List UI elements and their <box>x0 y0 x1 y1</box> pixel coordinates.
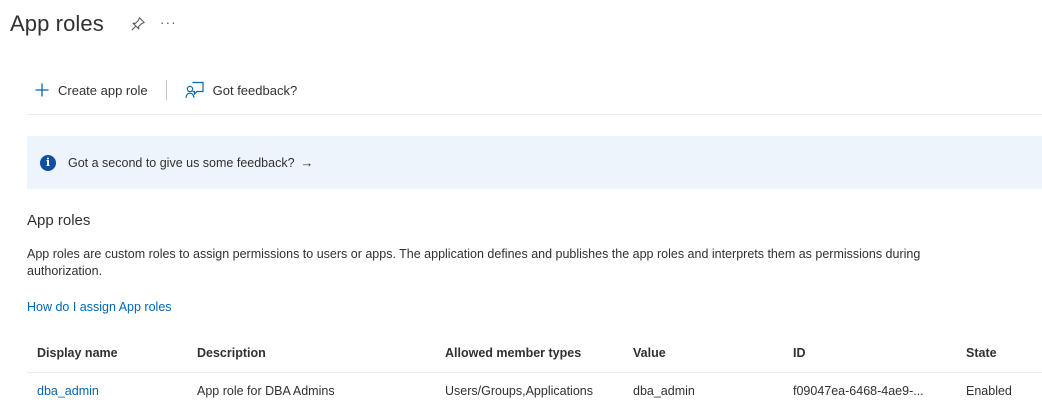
table-header-row: Display name Description Allowed member … <box>27 336 1042 373</box>
app-roles-table: Display name Description Allowed member … <box>27 336 1042 402</box>
column-header-value[interactable]: Value <box>623 336 783 373</box>
arrow-right-icon: → <box>300 155 314 170</box>
feedback-banner[interactable]: i Got a second to give us some feedback?… <box>27 136 1042 189</box>
pin-icon[interactable] <box>128 14 148 34</box>
got-feedback-label: Got feedback? <box>212 82 298 98</box>
role-name-link[interactable]: dba_admin <box>37 384 99 398</box>
column-header-state[interactable]: State <box>956 336 1042 373</box>
app-roles-page: App roles ··· Create app role Got feedba… <box>0 0 1042 402</box>
cell-value: dba_admin <box>633 384 695 398</box>
how-to-assign-link[interactable]: How do I assign App roles <box>27 300 172 314</box>
section-description: App roles are custom roles to assign per… <box>27 247 921 278</box>
cell-id: f09047ea-6468-4ae9-... <box>793 384 924 398</box>
column-header-id[interactable]: ID <box>783 336 956 373</box>
plus-icon <box>34 82 50 98</box>
cell-description: App role for DBA Admins <box>197 384 335 398</box>
column-header-allowed-member-types[interactable]: Allowed member types <box>435 336 623 373</box>
got-feedback-button[interactable]: Got feedback? <box>185 81 298 99</box>
banner-text[interactable]: Got a second to give us some feedback? <box>68 156 295 170</box>
cell-display-name[interactable]: dba_admin <box>27 373 187 402</box>
page-title: App roles <box>10 11 104 36</box>
cell-state: Enabled <box>966 384 1012 398</box>
feedback-icon <box>185 81 205 99</box>
info-icon: i <box>40 154 56 171</box>
section-title: App roles <box>27 212 91 229</box>
column-header-description[interactable]: Description <box>187 336 435 373</box>
create-app-role-button[interactable]: Create app role <box>34 82 148 98</box>
column-header-display-name[interactable]: Display name <box>27 336 187 373</box>
command-separator <box>165 80 167 100</box>
create-app-role-label: Create app role <box>58 82 148 98</box>
command-bar: Create app role Got feedback? <box>34 74 297 106</box>
page-header: App roles ··· <box>10 6 177 42</box>
table-row[interactable]: dba_admin App role for DBA Admins Users/… <box>27 373 1042 402</box>
cell-allowed-member-types: Users/Groups,Applications <box>445 384 593 398</box>
more-options-button[interactable]: ··· <box>160 15 177 29</box>
header-divider <box>27 114 1042 115</box>
